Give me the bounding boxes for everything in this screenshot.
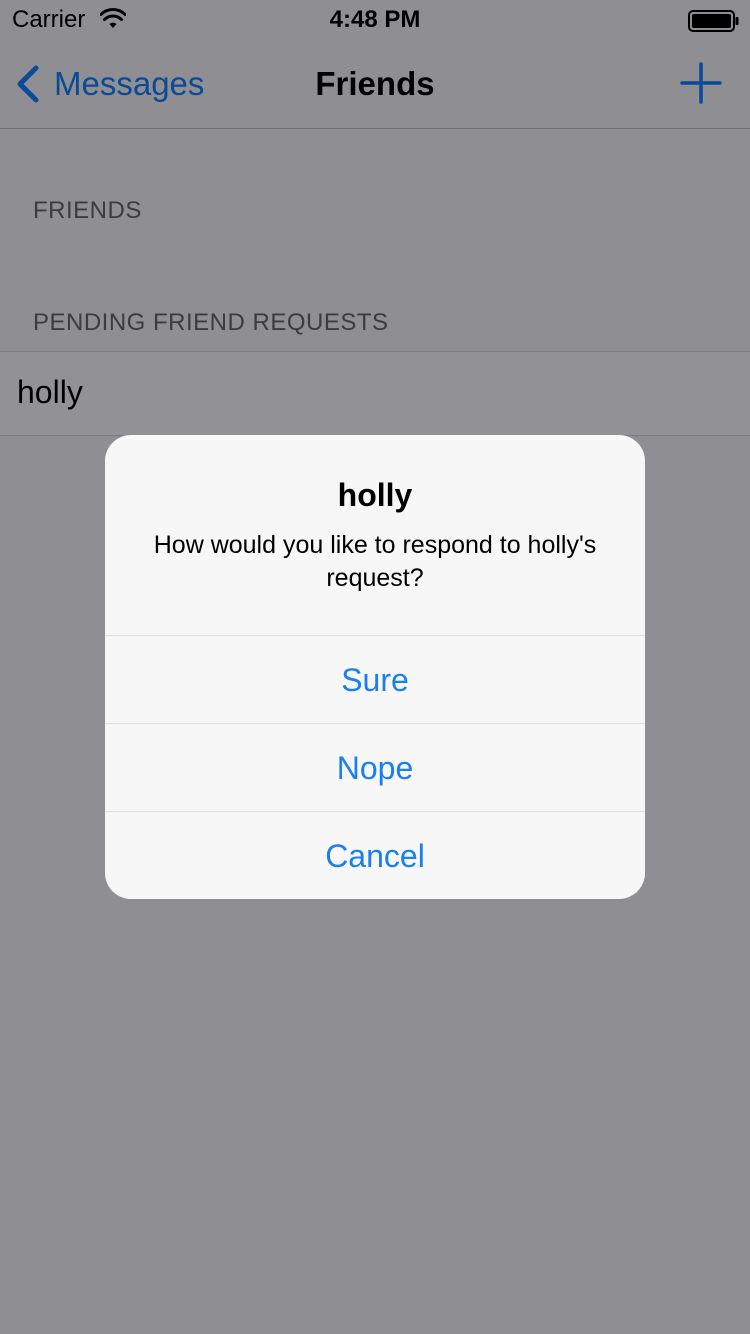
cancel-button[interactable]: Cancel [105, 811, 645, 899]
pending-request-name: holly [17, 374, 83, 410]
battery-icon [688, 10, 739, 32]
plus-icon[interactable] [680, 62, 722, 104]
section-header-pending-requests: PENDING FRIEND REQUESTS [33, 309, 389, 336]
alert-title: holly [337, 477, 413, 513]
back-button-label: Messages [54, 65, 205, 102]
navigation-bar: Messages Friends [0, 40, 750, 129]
chevron-left-icon [17, 65, 39, 103]
table-row[interactable]: holly [0, 351, 750, 436]
section-header-friends: FRIENDS [33, 197, 142, 224]
status-bar: Carrier 4:48 PM [0, 0, 750, 40]
alert-dialog: holly How would you like to respond to h… [105, 435, 645, 899]
alert-header: holly How would you like to respond to h… [105, 435, 645, 635]
nope-button[interactable]: Nope [105, 723, 645, 812]
sure-button[interactable]: Sure [105, 635, 645, 724]
clock: 4:48 PM [329, 6, 421, 33]
alert-message: How would you like to respond to holly's… [153, 531, 597, 592]
back-button[interactable]: Messages [14, 62, 204, 106]
